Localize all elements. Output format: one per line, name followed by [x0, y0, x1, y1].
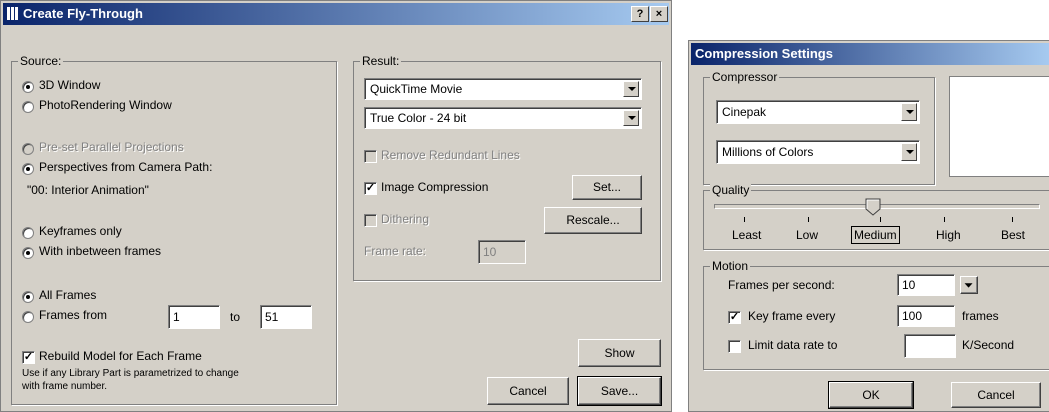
quality-label-least: Least	[732, 228, 762, 242]
label-frames-from: Frames from	[39, 308, 108, 322]
dialog-title: Create Fly-Through	[23, 6, 143, 21]
radio-keyframes-only[interactable]	[22, 227, 34, 239]
radio-perspectives[interactable]	[22, 163, 34, 175]
camera-path-name: "00: Interior Animation"	[27, 183, 149, 197]
quality-tick-high	[944, 217, 945, 222]
rebuild-hint-line1: Use if any Library Part is parametrized …	[22, 368, 239, 379]
compressor-preview	[949, 76, 1049, 177]
ok-button[interactable]: OK	[828, 381, 914, 409]
chevron-down-icon	[901, 143, 917, 161]
label-frame-rate: Frame rate:	[364, 244, 427, 258]
set-button[interactable]: Set...	[572, 175, 642, 200]
checkbox-remove-lines[interactable]	[364, 150, 377, 163]
codec-select[interactable]: Cinepak	[716, 100, 920, 124]
label-perspectives: Perspectives from Camera Path:	[39, 160, 213, 174]
compression-titlebar[interactable]: Compression Settings	[691, 43, 1049, 65]
color-depth-select[interactable]: True Color - 24 bit	[364, 107, 642, 129]
label-dithering: Dithering	[381, 212, 430, 226]
quality-label-low: Low	[796, 228, 819, 242]
depth-value: Millions of Colors	[722, 145, 814, 159]
source-group: Source: 3D Window PhotoRendering Window …	[11, 54, 337, 405]
fly-through-dialog: Create Fly-Through ? × Source: 3D Window…	[0, 0, 672, 412]
label-fps: Frames per second:	[728, 278, 835, 292]
compression-settings-dialog: Compression Settings Compressor Cinepak …	[688, 40, 1049, 412]
codec-value: Cinepak	[722, 105, 767, 119]
color-depth-value: True Color - 24 bit	[370, 111, 467, 125]
quality-tick-medium	[880, 217, 881, 222]
label-limit-data-rate: Limit data rate to	[748, 338, 838, 352]
result-group: Result: QuickTime Movie True Color - 24 …	[353, 54, 661, 281]
rebuild-hint-line2: with frame number.	[22, 381, 108, 392]
close-button[interactable]: ×	[650, 6, 668, 22]
fps-input[interactable]: 10	[897, 274, 955, 296]
fly-through-titlebar[interactable]: Create Fly-Through ? ×	[3, 3, 669, 25]
radio-parallel-projections[interactable]	[22, 143, 34, 155]
source-legend: Source:	[18, 54, 64, 68]
checkbox-key-frame[interactable]: ✓	[728, 311, 741, 324]
quality-slider-thumb[interactable]	[865, 198, 881, 216]
radio-3d-window[interactable]	[22, 81, 34, 93]
frames-to-input[interactable]: 51	[260, 305, 312, 329]
key-frame-input[interactable]: 100	[897, 305, 955, 327]
cancel-button[interactable]: Cancel	[487, 377, 569, 405]
label-keyframes-only: Keyframes only	[39, 224, 122, 238]
chevron-down-icon	[901, 103, 917, 121]
chevron-down-icon	[964, 283, 973, 288]
label-inbetween-frames: With inbetween frames	[39, 244, 162, 258]
compressor-legend: Compressor	[710, 70, 780, 84]
compression-title: Compression Settings	[695, 46, 833, 61]
radio-photo-window[interactable]	[22, 101, 34, 113]
quality-tick-low	[808, 217, 809, 222]
checkbox-rebuild-model[interactable]: ✓	[22, 351, 35, 364]
label-all-frames: All Frames	[39, 288, 97, 302]
save-button[interactable]: Save...	[577, 376, 662, 406]
color-depth-select[interactable]: Millions of Colors	[716, 140, 920, 164]
checkbox-limit-data-rate[interactable]	[728, 340, 741, 353]
quality-label-high: High	[936, 228, 961, 242]
motion-legend: Motion	[710, 259, 751, 273]
checkbox-dithering[interactable]	[364, 214, 377, 227]
label-image-compression: Image Compression	[381, 180, 489, 194]
quality-label-best: Best	[1001, 228, 1026, 242]
data-rate-input[interactable]	[904, 334, 956, 358]
chevron-down-icon	[623, 110, 639, 126]
quality-group: Quality Least Low Medium High Best	[703, 183, 1049, 250]
quality-tick-least	[744, 217, 745, 222]
chevron-down-icon	[623, 81, 639, 97]
quality-label-medium: Medium	[851, 226, 900, 244]
help-button[interactable]: ?	[631, 6, 649, 22]
compressor-group: Compressor Cinepak Millions of Colors	[703, 70, 935, 185]
label-remove-lines: Remove Redundant Lines	[381, 148, 520, 162]
quality-tick-best	[1012, 217, 1013, 222]
result-legend: Result:	[360, 54, 402, 68]
app-icon	[7, 7, 19, 20]
show-button[interactable]: Show	[578, 339, 661, 367]
frame-rate-input[interactable]: 10	[478, 240, 526, 264]
checkbox-image-compression[interactable]: ✓	[364, 182, 377, 195]
output-format-select[interactable]: QuickTime Movie	[364, 78, 642, 100]
label-frames-unit: frames	[962, 309, 999, 323]
label-photo-window: PhotoRendering Window	[39, 98, 172, 112]
frames-from-input[interactable]: 1	[168, 305, 220, 329]
label-key-frame: Key frame every	[748, 309, 836, 323]
quality-legend: Quality	[710, 183, 752, 197]
radio-all-frames[interactable]	[22, 291, 34, 303]
rescale-button[interactable]: Rescale...	[544, 207, 642, 234]
fps-dropdown-button[interactable]	[960, 276, 978, 294]
label-to: to	[230, 310, 241, 324]
output-format-value: QuickTime Movie	[370, 82, 463, 96]
motion-group: Motion Frames per second: 10 ✓ Key frame…	[703, 259, 1049, 370]
radio-inbetween-frames[interactable]	[22, 247, 34, 259]
compression-cancel-button[interactable]: Cancel	[951, 382, 1041, 408]
label-3d-window: 3D Window	[39, 78, 101, 92]
radio-frames-from[interactable]	[22, 311, 34, 323]
label-kps-unit: K/Second	[962, 338, 1015, 352]
label-rebuild-model: Rebuild Model for Each Frame	[39, 349, 202, 363]
label-parallel-projections: Pre-set Parallel Projections	[39, 140, 184, 154]
